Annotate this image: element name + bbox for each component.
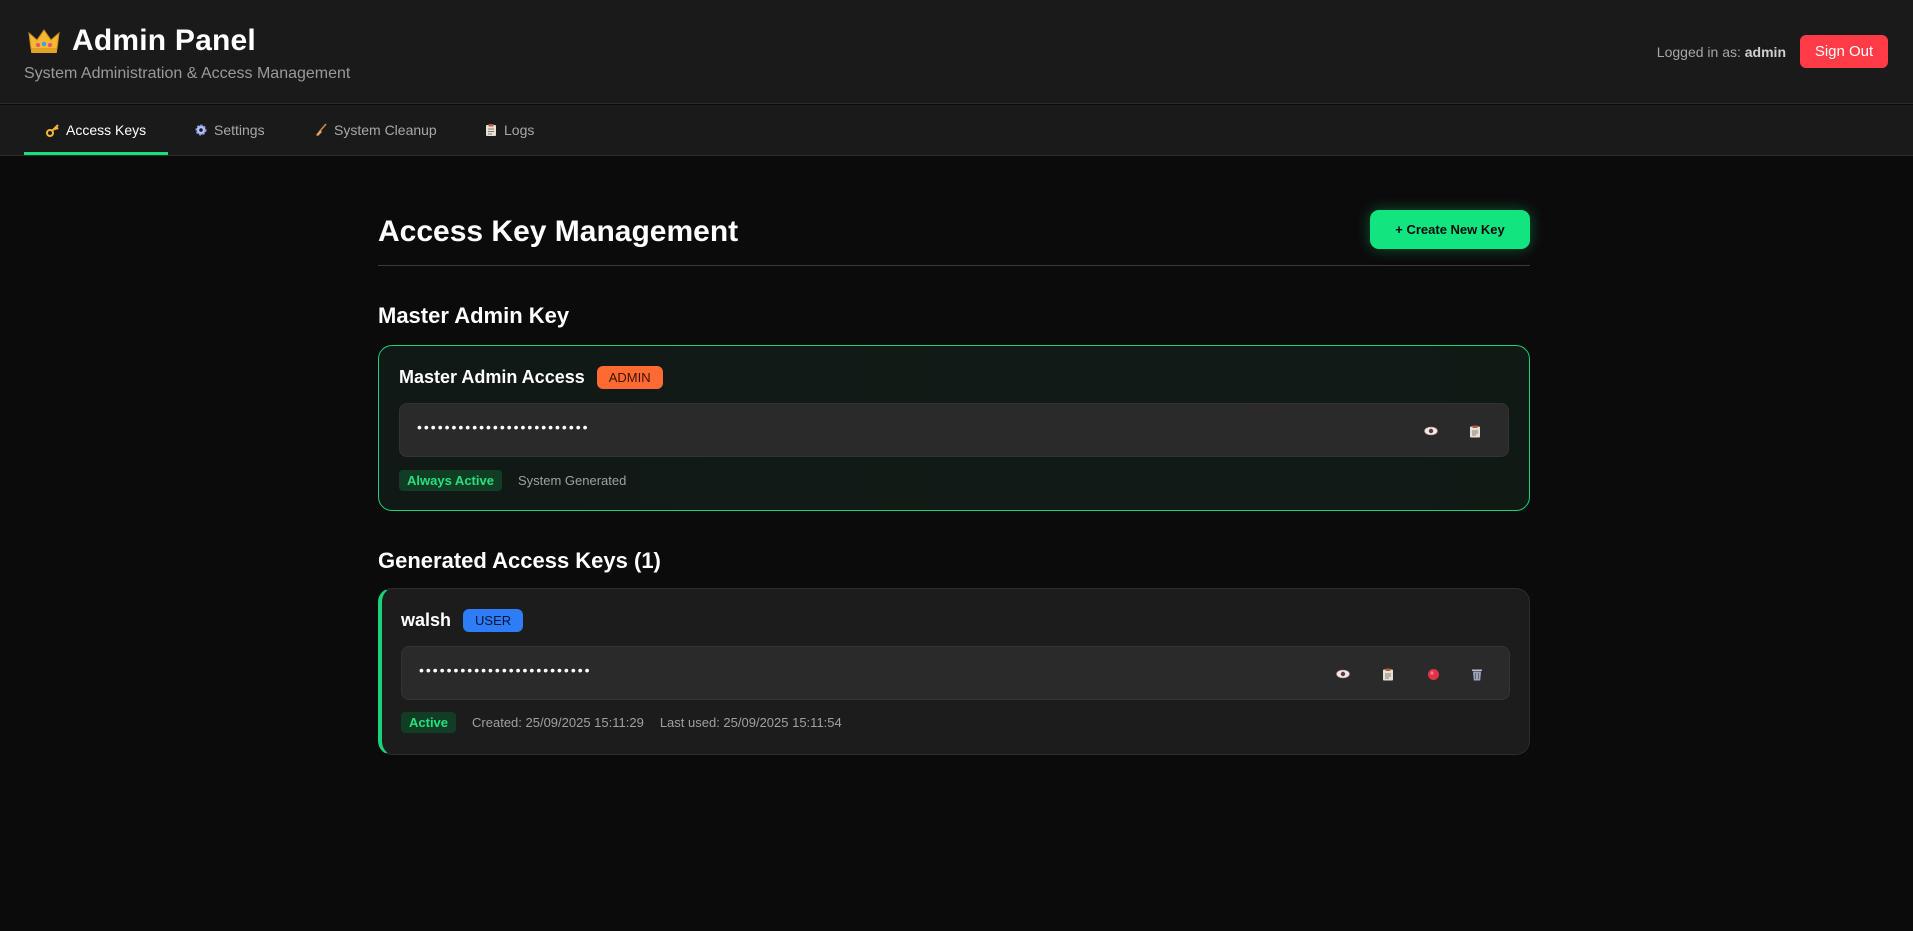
divider bbox=[378, 265, 1530, 266]
logged-in-username: admin bbox=[1744, 43, 1786, 60]
logged-in-text: Logged in as: admin bbox=[1657, 44, 1786, 60]
key-icon bbox=[46, 123, 60, 137]
tab-label: Settings bbox=[214, 122, 265, 138]
clipboard-icon[interactable] bbox=[1378, 664, 1398, 684]
tab-label: System Cleanup bbox=[334, 122, 437, 138]
last-used-timestamp: Last used: 25/09/2025 15:11:54 bbox=[659, 715, 842, 730]
generated-key-card: walsh USER ••••••••••••••••••••••••• Act… bbox=[378, 588, 1530, 755]
master-section-title: Master Admin Key bbox=[378, 303, 570, 328]
app-header: Admin Panel System Administration & Acce… bbox=[0, 0, 1913, 104]
clipboard-icon[interactable] bbox=[1465, 421, 1485, 441]
user-area: Logged in as: admin Sign Out bbox=[1657, 35, 1888, 68]
generated-key-header: walsh USER bbox=[401, 609, 524, 632]
masked-key: ••••••••••••••••••••••••• bbox=[417, 419, 590, 435]
masked-key: ••••••••••••••••••••••••• bbox=[419, 662, 592, 678]
generated-section-title: Generated Access Keys (1) bbox=[378, 548, 661, 573]
tab-system-cleanup[interactable]: System Cleanup bbox=[292, 105, 459, 155]
tab-label: Access Keys bbox=[66, 122, 147, 138]
key-name: walsh bbox=[401, 610, 452, 630]
gear-icon bbox=[194, 123, 208, 137]
tab-bar: Access Keys Settings System Cleanup Logs bbox=[0, 105, 1913, 156]
tab-access-keys[interactable]: Access Keys bbox=[24, 105, 169, 155]
key-field[interactable]: ••••••••••••••••••••••••• bbox=[399, 403, 1509, 457]
clipboard-icon bbox=[484, 123, 498, 137]
key-source: System Generated bbox=[517, 473, 627, 488]
red-circle-icon[interactable] bbox=[1423, 664, 1443, 684]
generated-key-meta: Active Created: 25/09/2025 15:11:29 Last… bbox=[401, 712, 842, 733]
master-key-header: Master Admin Access ADMIN bbox=[399, 366, 663, 389]
eye-icon[interactable] bbox=[1333, 664, 1353, 684]
broom-icon bbox=[314, 123, 328, 137]
status-badge: Always Active bbox=[399, 470, 502, 491]
key-name: Master Admin Access bbox=[399, 367, 585, 387]
status-badge: Active bbox=[401, 712, 457, 733]
brand: Admin Panel bbox=[28, 24, 256, 58]
create-new-key-button[interactable]: + Create New Key bbox=[1370, 210, 1530, 249]
app-subtitle: System Administration & Access Managemen… bbox=[24, 65, 351, 82]
app-title: Admin Panel bbox=[72, 24, 256, 57]
role-badge: ADMIN bbox=[596, 366, 663, 389]
master-key-meta: Always Active System Generated bbox=[399, 470, 626, 491]
page-title: Access Key Management bbox=[378, 215, 739, 248]
master-key-card: Master Admin Access ADMIN ••••••••••••••… bbox=[378, 345, 1530, 511]
created-timestamp: Created: 25/09/2025 15:11:29 bbox=[472, 715, 644, 730]
crown-icon bbox=[28, 27, 60, 55]
logged-in-prefix: Logged in as: bbox=[1656, 43, 1741, 60]
tab-settings[interactable]: Settings bbox=[172, 105, 287, 155]
sign-out-button[interactable]: Sign Out bbox=[1800, 35, 1888, 68]
role-badge: USER bbox=[463, 609, 524, 632]
tab-logs[interactable]: Logs bbox=[462, 105, 556, 155]
trash-icon[interactable] bbox=[1467, 664, 1487, 684]
key-field[interactable]: ••••••••••••••••••••••••• bbox=[401, 646, 1510, 700]
eye-icon[interactable] bbox=[1421, 421, 1441, 441]
tab-label: Logs bbox=[504, 122, 535, 138]
